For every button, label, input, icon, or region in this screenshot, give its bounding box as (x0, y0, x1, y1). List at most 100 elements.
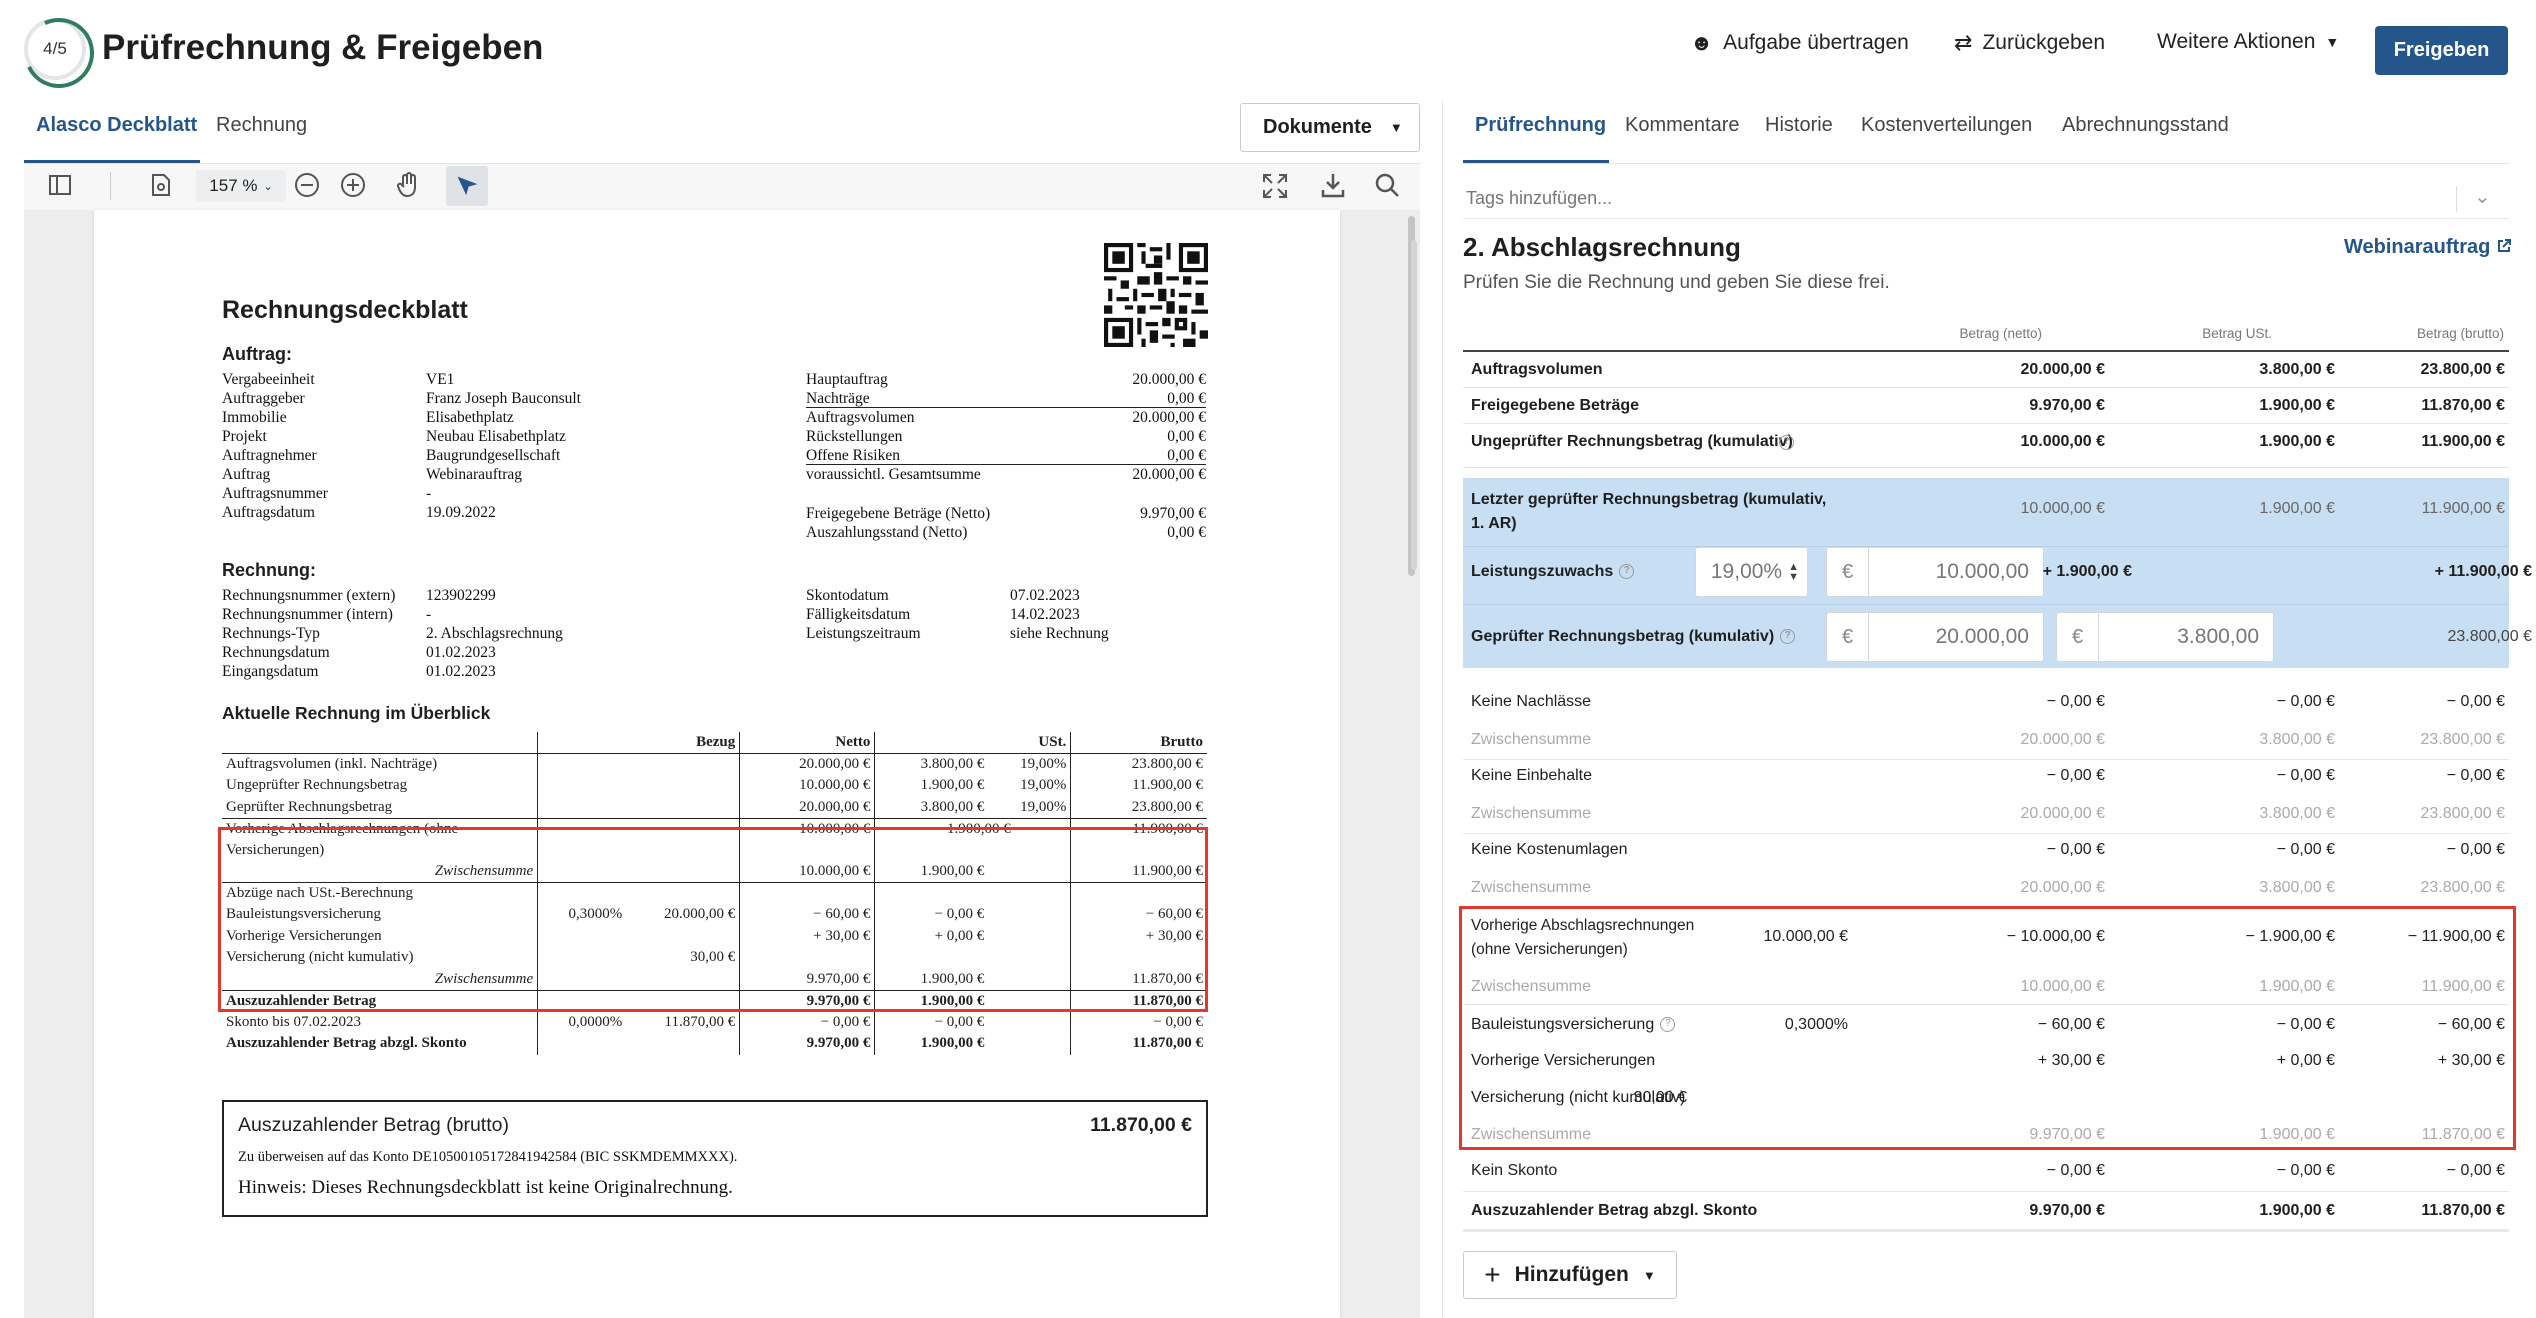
plus-icon: + (1484, 1259, 1501, 1290)
last-checked-row: Letzter geprüfter Rechnungsbetrag (kumul… (1463, 486, 2509, 544)
adjustment-row: Keine Einbehalte − 0,00 € − 0,00 € − 0,00 € (1463, 758, 2509, 794)
select-tool-button[interactable] (446, 166, 488, 206)
overview-row-cell (537, 796, 740, 818)
rechnung-value: 123902299 (426, 587, 496, 604)
documents-dropdown[interactable]: Dokumente ▼ (1240, 103, 1420, 152)
rechnung-label: Rechnungs-Typ (222, 625, 320, 642)
tab-alasco-deckblatt[interactable]: Alasco Deckblatt (36, 114, 197, 137)
growth-ust: + 1.900,00 € (2042, 563, 2132, 580)
last-checked-brutto: 11.900,00 € (2421, 500, 2505, 517)
last-checked-netto: 10.000,00 € (2020, 500, 2105, 517)
section-heading-rechnung: Rechnung: (222, 560, 316, 580)
cursor-arrow-icon (457, 176, 478, 196)
checked-net-input[interactable]: €20.000,00 (1826, 612, 2044, 662)
growth-rate-select[interactable]: 19,00% ▲ ▼ (1695, 547, 1808, 597)
info-icon[interactable]: ? (1780, 629, 1796, 645)
payment-row-cell (988, 1033, 1071, 1055)
fullscreen-icon[interactable] (1262, 173, 1288, 205)
summary-value: 9.970,00 € (2029, 397, 2105, 414)
summen-row: Offene Risiken 0,00 € (806, 446, 1206, 465)
tab-kommentare[interactable]: Kommentare (1625, 114, 1740, 137)
tab-pruefrechnung[interactable]: Prüfrechnung (1475, 114, 1606, 137)
row-value: − 0,00 € (2046, 841, 2105, 858)
order-link[interactable]: Webinarauftrag (2344, 236, 2512, 259)
auftrag-value: 19.09.2022 (426, 504, 496, 521)
growth-label: Leistungszuwachs? (1471, 563, 1635, 581)
overview-row-cell: 3.800,00 € (874, 796, 989, 818)
invoice-heading: 2. Abschlagsrechnung (1463, 232, 1741, 262)
auftrag-value: Franz Joseph Bauconsult (426, 390, 581, 407)
skonto-netto: − 0,00 € (2046, 1162, 2105, 1179)
summary-row: Auftragsvolumen 20.000,00 € 3.800,00 € 23.8… (1463, 352, 2509, 388)
tab-abrechnungsstand[interactable]: Abrechnungsstand (2062, 114, 2229, 137)
row-value: 20.000,00 € (2020, 805, 2105, 822)
auftrag-summen: Hauptauftrag 20.000,00 € Nachträge 0,00 € Au… (806, 370, 1206, 484)
termine-label: Leistungszeitraum (806, 625, 921, 642)
release-button[interactable]: Freigeben (2375, 26, 2508, 75)
summen-label: Offene Risiken (806, 447, 900, 464)
tags-input[interactable]: Tags hinzufügen... (1466, 188, 1612, 209)
overview-row-cell (537, 775, 740, 797)
overview-row-cell: 11.900,00 € (1070, 775, 1207, 797)
rechnung-label: Rechnungsnummer (extern) (222, 587, 396, 604)
sidebar-toggle-icon[interactable] (48, 173, 72, 203)
assign-task-button[interactable]: ☻ Aufgabe übertragen (1690, 30, 1909, 56)
section-heading-auftrag: Auftrag: (222, 344, 292, 364)
overview-row-cell: 20.000,00 € (739, 796, 875, 818)
summen-value: 0,00 € (1167, 428, 1206, 445)
payment-row-cell: Skonto bis 07.02.2023 (226, 1013, 362, 1030)
checked-ust-input[interactable]: €3.800,00 (2056, 612, 2274, 662)
payment-row-cell: 0,0000% (537, 1011, 627, 1033)
add-button[interactable]: + Hinzufügen ▼ (1463, 1251, 1677, 1299)
payment-row-cell: 11.870,00 € (664, 1013, 736, 1030)
tab-kostenverteilungen[interactable]: Kostenverteilungen (1861, 114, 2032, 137)
adjustment-row: Keine Kostenumlagen − 0,00 € − 0,00 € − 0,0… (1463, 832, 2509, 868)
external-link-icon (2497, 239, 2511, 252)
page-settings-icon[interactable] (150, 173, 172, 203)
documents-label: Dokumente (1263, 116, 1372, 138)
tab-historie[interactable]: Historie (1765, 114, 1833, 137)
hand-tool-icon[interactable] (396, 171, 422, 205)
summary-value: 3.800,00 € (2259, 361, 2335, 378)
summary-value: 11.900,00 € (2421, 433, 2505, 450)
overview-row-cell: 19,00% (1020, 777, 1067, 794)
caret-down-icon: ▼ (1642, 1267, 1656, 1283)
overview-row-cell: Geprüfter Rechnungsbetrag (226, 798, 393, 815)
row-value: − 0,00 € (2446, 693, 2505, 710)
more-actions-dropdown[interactable]: Weitere Aktionen ▼ (2157, 30, 2339, 54)
row-label: Keine Nachlässe (1471, 693, 1592, 710)
termine-label: Fälligkeitsdatum (806, 606, 911, 623)
panel-splitter[interactable] (1442, 100, 1443, 1318)
overview-row-cell (537, 753, 740, 775)
person-icon: ☻ (1690, 30, 1714, 55)
termine-value: siehe Rechnung (1010, 625, 1109, 642)
right-panel-scrollbar[interactable] (1411, 240, 1417, 570)
last-checked-ust: 1.900,00 € (2259, 500, 2335, 517)
summen-row: Hauptauftrag 20.000,00 € (806, 370, 1206, 389)
summen-value: 20.000,00 € (1132, 371, 1206, 388)
final-netto: 9.970,00 € (2029, 1202, 2105, 1219)
growth-net-input[interactable]: €10.000,00 (1826, 547, 2044, 597)
chevron-down-icon[interactable]: ⌄ (2474, 184, 2491, 209)
growth-label-text: Leistungszuwachs (1471, 563, 1614, 580)
payment-row: Auszuzahlender Betrag abzgl. Skonto 9.970… (222, 1033, 1207, 1055)
zoom-out-icon[interactable] (294, 172, 320, 204)
download-icon[interactable] (1320, 172, 1346, 204)
tags-divider (2456, 186, 2457, 212)
auftrag-label: Projekt (222, 428, 267, 445)
search-icon[interactable] (1374, 172, 1400, 204)
freigabe-row: Freigegebene Beträge (Netto) 9.970,00 € (806, 504, 1206, 523)
zoom-in-icon[interactable] (340, 172, 366, 204)
row-value: − 0,00 € (2276, 767, 2335, 784)
info-icon[interactable]: ? (1779, 435, 1794, 450)
info-icon[interactable]: ? (1619, 564, 1635, 580)
checked-label-text: Geprüfter Rechnungsbetrag (kumulativ) (1471, 628, 1775, 645)
auftrag-value: Neubau Elisabethplatz (426, 428, 566, 445)
table-header-row: Bezug Netto USt. Brutto (222, 732, 1207, 754)
payment-row-cell: 9.970,00 € (739, 1033, 875, 1055)
tab-rechnung[interactable]: Rechnung (216, 114, 307, 137)
row-label: Zwischensumme (1471, 731, 1592, 748)
euro-icon: € (1827, 613, 1869, 661)
return-button[interactable]: ⇄ Zurückgeben (1954, 30, 2105, 56)
zoom-level-select[interactable]: 157 % ⌄ (196, 170, 286, 202)
